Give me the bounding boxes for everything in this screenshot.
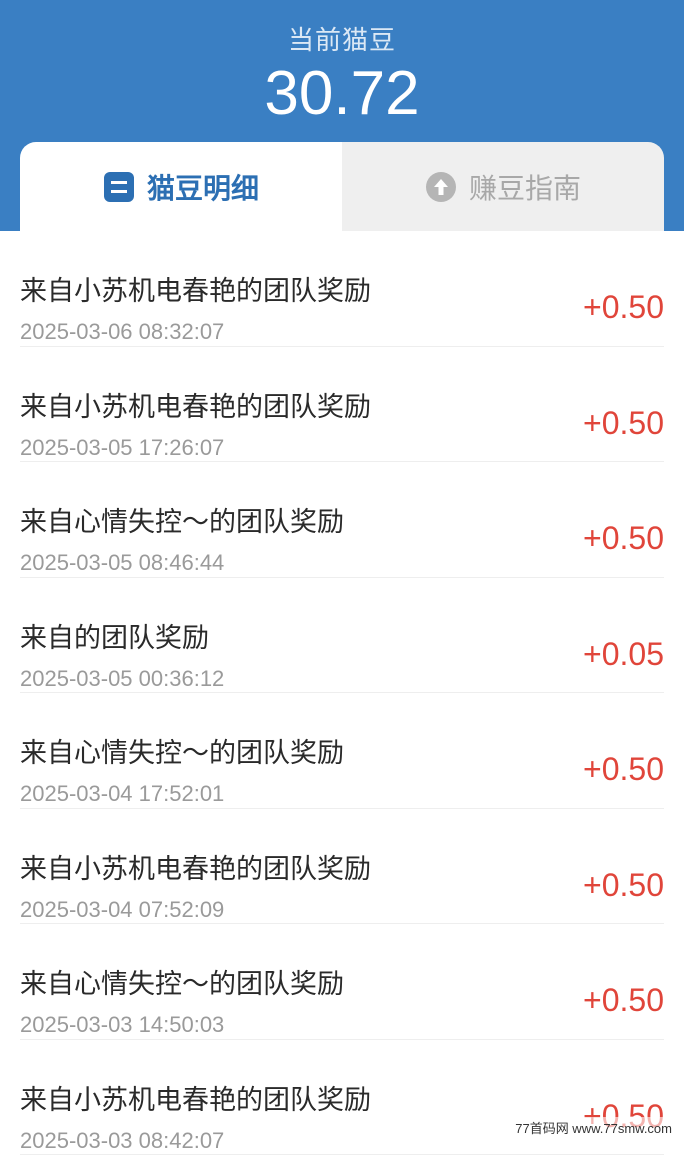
record-time: 2025-03-06 08:32:07 xyxy=(20,319,224,345)
record-amount: +0.50 xyxy=(583,867,664,904)
record-amount: +0.50 xyxy=(583,520,664,557)
tab-earn-guide-label: 赚豆指南 xyxy=(469,167,581,207)
balance-value: 30.72 xyxy=(0,58,684,129)
record-title: 来自小苏机电春艳的团队奖励 xyxy=(20,1078,371,1117)
record-time: 2025-03-05 17:26:07 xyxy=(20,435,224,461)
record-time: 2025-03-03 08:42:07 xyxy=(20,1128,224,1154)
record-title: 来自心情失控～的团队奖励 xyxy=(20,731,344,770)
record-amount: +0.50 xyxy=(583,751,664,788)
arrow-up-circle-icon xyxy=(425,171,457,203)
list-item: 来自小苏机电春艳的团队奖励 2025-03-05 17:26:07 +0.50 xyxy=(20,347,664,463)
record-time: 2025-03-03 14:50:03 xyxy=(20,1012,224,1038)
tab-earn-guide[interactable]: 赚豆指南 xyxy=(342,142,664,231)
record-amount: +0.50 xyxy=(583,289,664,326)
list-item: 来自心情失控～的团队奖励 2025-03-04 17:52:01 +0.50 xyxy=(20,693,664,809)
record-title: 来自心情失控～的团队奖励 xyxy=(20,500,344,539)
record-amount: +0.50 xyxy=(583,982,664,1019)
balance-header: 当前猫豆 30.72 猫豆明细 赚豆指南 xyxy=(0,0,684,231)
tab-bean-details[interactable]: 猫豆明细 xyxy=(20,142,342,231)
site-watermark: 77首码网 www.77smw.com xyxy=(511,1117,676,1138)
list-item: 来自心情失控～的团队奖励 2025-03-05 08:46:44 +0.50 xyxy=(20,462,664,578)
record-title: 来自的团队奖励 xyxy=(20,616,209,655)
tab-bar: 猫豆明细 赚豆指南 xyxy=(20,142,664,231)
record-title: 来自小苏机电春艳的团队奖励 xyxy=(20,269,371,308)
list-item: 来自心情失控～的团队奖励 2025-03-03 14:50:03 +0.50 xyxy=(20,924,664,1040)
record-amount: +0.05 xyxy=(583,636,664,673)
record-time: 2025-03-04 07:52:09 xyxy=(20,897,224,923)
record-amount: +0.50 xyxy=(583,405,664,442)
record-title: 来自心情失控～的团队奖励 xyxy=(20,962,344,1001)
record-time: 2025-03-05 08:46:44 xyxy=(20,550,224,576)
record-title: 来自小苏机电春艳的团队奖励 xyxy=(20,847,371,886)
list-item: 来自小苏机电春艳的团队奖励 2025-03-06 08:32:07 +0.50 xyxy=(20,231,664,347)
record-time: 2025-03-04 17:52:01 xyxy=(20,781,224,807)
record-title: 来自小苏机电春艳的团队奖励 xyxy=(20,385,371,424)
record-time: 2025-03-05 00:36:12 xyxy=(20,666,224,692)
tab-bean-details-label: 猫豆明细 xyxy=(147,167,259,207)
balance-label: 当前猫豆 xyxy=(0,20,684,57)
bean-record-list: 来自小苏机电春艳的团队奖励 2025-03-06 08:32:07 +0.50 … xyxy=(0,231,684,1155)
list-icon xyxy=(103,171,135,203)
list-item: 来自小苏机电春艳的团队奖励 2025-03-04 07:52:09 +0.50 xyxy=(20,809,664,925)
list-item: 来自的团队奖励 2025-03-05 00:36:12 +0.05 xyxy=(20,578,664,694)
